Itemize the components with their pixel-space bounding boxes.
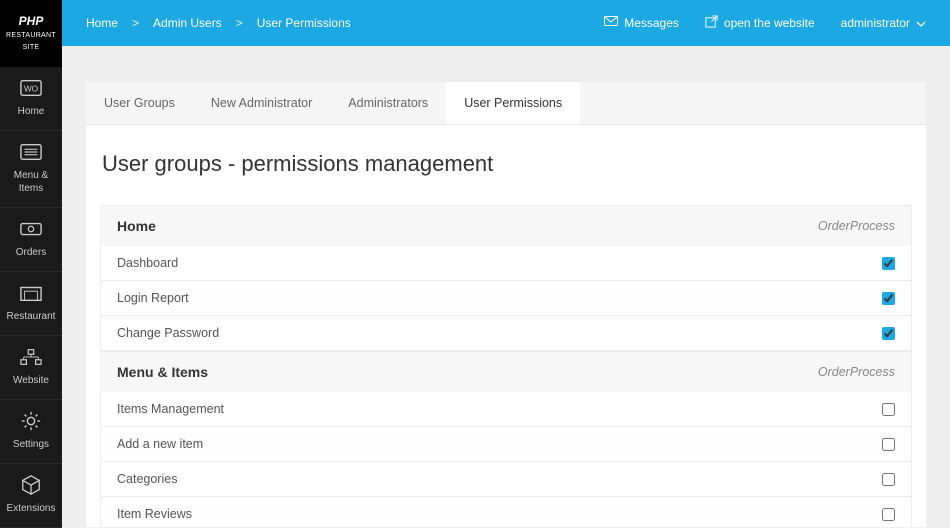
messages-label: Messages xyxy=(624,16,679,30)
user-menu[interactable]: administrator xyxy=(841,16,926,30)
logo: PHP RESTAURANT SITE xyxy=(0,0,62,67)
perm-row: Dashboard xyxy=(100,246,912,281)
sidebar: PHP RESTAURANT SITE WO Home Menu & Items… xyxy=(0,0,62,527)
sidebar-item-restaurant[interactable]: Restaurant xyxy=(0,272,62,336)
breadcrumb-user-permissions[interactable]: User Permissions xyxy=(257,16,351,30)
perm-checkbox[interactable] xyxy=(882,327,895,340)
sidebar-item-label: Orders xyxy=(16,246,47,259)
perm-group-name: Menu & Items xyxy=(117,364,208,380)
money-icon xyxy=(20,218,42,240)
sidebar-item-label: Extensions xyxy=(7,502,56,515)
message-icon xyxy=(604,16,618,31)
building-icon xyxy=(20,282,42,304)
sidebar-item-menu-items[interactable]: Menu & Items xyxy=(0,131,62,208)
breadcrumb-sep: > xyxy=(132,16,139,30)
perm-row: Item Reviews xyxy=(100,497,912,527)
breadcrumb: Home > Admin Users > User Permissions xyxy=(86,16,351,30)
external-link-icon xyxy=(705,15,718,31)
perm-checkbox[interactable] xyxy=(882,257,895,270)
perm-label: Login Report xyxy=(117,291,189,305)
breadcrumb-home[interactable]: Home xyxy=(86,16,118,30)
perm-row: Categories xyxy=(100,462,912,497)
sitemap-icon xyxy=(20,346,42,368)
tab-user-permissions[interactable]: User Permissions xyxy=(446,82,580,124)
sidebar-item-home[interactable]: WO Home xyxy=(0,67,62,131)
perm-label: Dashboard xyxy=(117,256,178,270)
user-label: administrator xyxy=(841,16,910,30)
perm-label: Add a new item xyxy=(117,437,203,451)
topbar: Home > Admin Users > User Permissions Me… xyxy=(62,0,950,46)
sidebar-item-label: Menu & Items xyxy=(2,169,60,195)
breadcrumb-admin-users[interactable]: Admin Users xyxy=(153,16,222,30)
tabstrip: User Groups New Administrator Administra… xyxy=(86,82,926,125)
sidebar-item-website[interactable]: Website xyxy=(0,336,62,400)
sidebar-item-label: Website xyxy=(13,374,49,387)
content: User Groups New Administrator Administra… xyxy=(62,46,950,527)
dashboard-icon: WO xyxy=(20,77,42,99)
sidebar-item-extensions[interactable]: Extensions xyxy=(0,464,62,528)
perm-row: Add a new item xyxy=(100,427,912,462)
page-title: User groups - permissions management xyxy=(100,151,912,177)
perm-checkbox[interactable] xyxy=(882,473,895,486)
perm-label: Item Reviews xyxy=(117,507,192,521)
logo-title: PHP xyxy=(19,14,44,28)
sidebar-item-settings[interactable]: Settings xyxy=(0,400,62,464)
sidebar-item-orders[interactable]: Orders xyxy=(0,208,62,272)
perm-group-header: Menu & Items OrderProcess xyxy=(100,351,912,392)
perm-row: Login Report xyxy=(100,281,912,316)
sidebar-item-label: Home xyxy=(18,105,45,118)
perm-row: Change Password xyxy=(100,316,912,351)
perm-checkbox[interactable] xyxy=(882,438,895,451)
perm-label: Items Management xyxy=(117,402,224,416)
tab-administrators[interactable]: Administrators xyxy=(330,82,446,124)
logo-subtitle: RESTAURANT SITE xyxy=(6,32,56,51)
perm-checkbox[interactable] xyxy=(882,292,895,305)
perm-label: Categories xyxy=(117,472,177,486)
tab-user-groups[interactable]: User Groups xyxy=(86,82,193,124)
tab-new-administrator[interactable]: New Administrator xyxy=(193,82,330,124)
sidebar-item-label: Settings xyxy=(13,438,49,451)
open-website-link[interactable]: open the website xyxy=(705,15,815,31)
chevron-down-icon xyxy=(916,16,926,30)
svg-text:WO: WO xyxy=(24,85,39,94)
sidebar-item-label: Restaurant xyxy=(7,310,56,323)
perm-group-column-label: OrderProcess xyxy=(818,365,895,379)
gear-icon xyxy=(20,410,42,432)
perm-group-header: Home OrderProcess xyxy=(100,205,912,246)
list-icon xyxy=(20,141,42,163)
main: Home > Admin Users > User Permissions Me… xyxy=(62,0,950,527)
topbar-right: Messages open the website administrator xyxy=(604,15,926,31)
perm-group-column-label: OrderProcess xyxy=(818,219,895,233)
messages-link[interactable]: Messages xyxy=(604,16,679,31)
perm-checkbox[interactable] xyxy=(882,403,895,416)
breadcrumb-sep: > xyxy=(236,16,243,30)
open-website-label: open the website xyxy=(724,16,815,30)
perm-checkbox[interactable] xyxy=(882,508,895,521)
cube-icon xyxy=(20,474,42,496)
perm-group-name: Home xyxy=(117,218,156,234)
perm-row: Items Management xyxy=(100,392,912,427)
perm-label: Change Password xyxy=(117,326,219,340)
panel: User groups - permissions management Hom… xyxy=(86,125,926,527)
